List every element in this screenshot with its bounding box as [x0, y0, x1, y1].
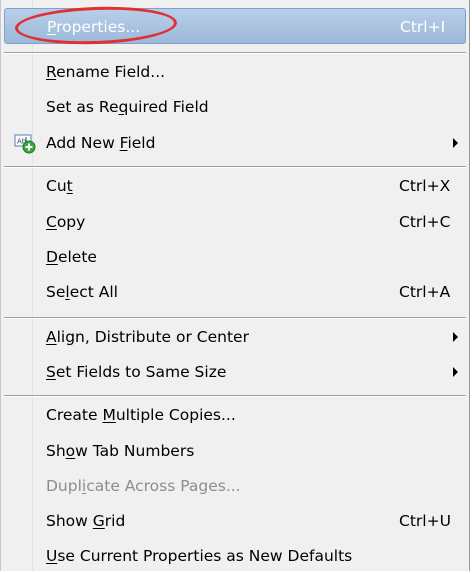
menu-item-use-current-properties[interactable]: Use Current Properties as New Defaults	[4, 538, 466, 574]
shortcut-label: Ctrl+A	[399, 283, 451, 301]
shortcut-label: Ctrl+C	[399, 213, 451, 231]
menu-item-label: Set Fields to Same Size	[46, 363, 227, 381]
menu-item-label: Align, Distribute or Center	[46, 328, 249, 346]
menu-item-delete[interactable]: Delete	[4, 239, 466, 275]
menu-item-show-grid[interactable]: Show Grid Ctrl+U	[4, 503, 466, 539]
menu-item-same-size[interactable]: Set Fields to Same Size	[4, 354, 466, 390]
menu-item-duplicate-across-pages: Duplicate Across Pages...	[4, 468, 466, 504]
menu-item-label: Duplicate Across Pages...	[46, 477, 241, 495]
chevron-right-icon	[453, 367, 458, 377]
menu-item-label: Add New Field	[46, 134, 156, 152]
menu-item-label: Show Tab Numbers	[46, 442, 195, 460]
menu-item-label: Show Grid	[46, 512, 126, 530]
menu-item-show-tab-numbers[interactable]: Show Tab Numbers	[4, 433, 466, 469]
menu-item-rename-field[interactable]: Rename Field...	[4, 54, 466, 90]
shortcut-label: Ctrl+X	[399, 177, 451, 195]
menu-item-label: Select All	[46, 283, 118, 301]
menu-item-label: Delete	[46, 248, 97, 266]
menu-item-label: Rename Field...	[46, 63, 166, 81]
menu-item-select-all[interactable]: Select All Ctrl+A	[4, 274, 466, 310]
menu-item-label: Copy	[46, 213, 86, 231]
menu-item-create-copies[interactable]: Create Multiple Copies...	[4, 397, 466, 433]
menu-item-label: Use Current Properties as New Defaults	[46, 547, 353, 565]
shortcut-label: Ctrl+I	[400, 18, 446, 36]
chevron-right-icon	[453, 138, 458, 148]
context-menu: Properties... Ctrl+I Rename Field... Set…	[0, 0, 470, 571]
menu-item-cut[interactable]: Cut Ctrl+X	[4, 168, 466, 204]
menu-item-align-distribute[interactable]: Align, Distribute or Center	[4, 319, 466, 355]
menu-item-add-new-field[interactable]: Ab Add New Field	[4, 125, 466, 161]
menu-item-label: Cut	[46, 177, 73, 195]
menu-item-copy[interactable]: Copy Ctrl+C	[4, 204, 466, 240]
shortcut-label: Ctrl+U	[399, 512, 451, 530]
menu-item-label: Set as Required Field	[46, 98, 209, 116]
text-field-add-icon: Ab	[14, 134, 36, 154]
menu-item-label: Create Multiple Copies...	[46, 406, 236, 424]
menu-item-set-required[interactable]: Set as Required Field	[4, 89, 466, 125]
chevron-right-icon	[453, 332, 458, 342]
